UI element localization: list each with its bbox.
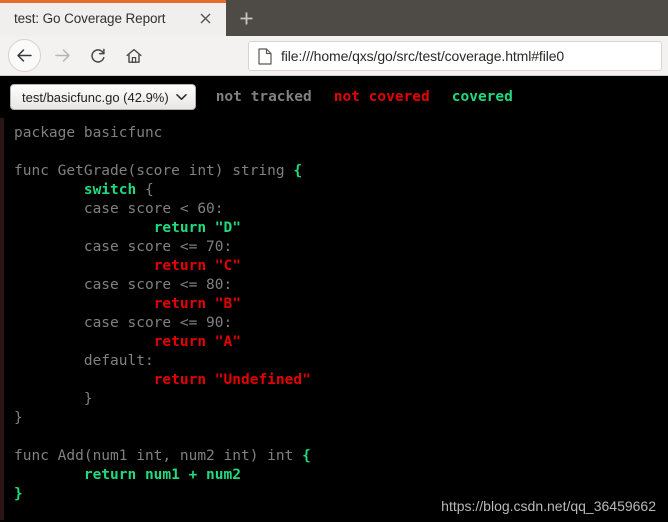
file-select-value: test/basicfunc.go (42.9%) [22, 89, 169, 105]
code-span [14, 372, 154, 388]
coverage-header: test/basicfunc.go (42.9%) not tracked no… [0, 76, 668, 118]
code-span: case score <= 70: [14, 239, 233, 255]
file-select-dropdown[interactable]: test/basicfunc.go (42.9%) [10, 84, 196, 110]
code-span [14, 182, 84, 198]
back-button[interactable] [4, 39, 44, 72]
new-tab-button[interactable] [226, 0, 266, 36]
code-span: case score < 60: [14, 201, 224, 217]
tab-strip: test: Go Coverage Report [0, 0, 668, 36]
code-span: { [302, 448, 311, 464]
code-span: package basicfunc [14, 125, 163, 141]
address-bar[interactable]: file:///home/qxs/go/src/test/coverage.ht… [248, 41, 662, 71]
code-span [14, 258, 154, 274]
home-button[interactable] [116, 40, 152, 72]
coverage-legend: not tracked not covered covered [216, 89, 513, 105]
tab-strip-empty-area [266, 0, 668, 36]
code-span: return "D" [153, 220, 241, 236]
code-span: return "C" [153, 258, 241, 274]
code-span: return num1 + num2 [83, 467, 241, 483]
coverage-code-pane[interactable]: package basicfunc func GetGrade(score in… [0, 118, 668, 520]
forward-icon [54, 49, 70, 62]
legend-not-covered: not covered [333, 89, 430, 105]
code-span: default: [14, 353, 154, 369]
reload-button[interactable] [80, 40, 116, 72]
legend-not-tracked: not tracked [215, 89, 312, 105]
code-span [14, 296, 154, 312]
code-span: } [14, 486, 23, 502]
page-document-icon [258, 47, 272, 65]
code-span: case score <= 90: [14, 315, 233, 331]
tab-title: test: Go Coverage Report [14, 10, 166, 26]
code-span: case score <= 80: [14, 277, 233, 293]
code-span: { [136, 182, 154, 198]
code-span: } [14, 391, 93, 407]
code-span: func GetGrade(score int) string [14, 163, 294, 179]
close-icon[interactable] [194, 7, 216, 29]
code-span [14, 467, 84, 483]
code-span: func Add(num1 int, num2 int) int [14, 448, 303, 464]
back-icon [7, 39, 41, 72]
code-span: switch [83, 182, 137, 198]
navigation-toolbar: file:///home/qxs/go/src/test/coverage.ht… [0, 36, 668, 76]
address-bar-text: file:///home/qxs/go/src/test/coverage.ht… [281, 48, 565, 64]
reload-icon [91, 48, 105, 63]
code-span [14, 334, 154, 350]
code-span: return "Undefined" [153, 372, 311, 388]
browser-window: test: Go Coverage Report file:///home/qx… [0, 0, 668, 522]
legend-covered: covered [451, 89, 513, 105]
forward-button [44, 40, 80, 72]
tab-coverage-report[interactable]: test: Go Coverage Report [0, 0, 226, 36]
source-code: package basicfunc func GetGrade(score in… [4, 118, 668, 504]
code-span [14, 220, 154, 236]
chevron-down-icon [175, 93, 187, 101]
code-span: } [14, 410, 23, 426]
code-span: return "B" [153, 296, 241, 312]
code-span: return "A" [153, 334, 241, 350]
home-icon [126, 48, 142, 63]
code-span: { [293, 163, 303, 179]
